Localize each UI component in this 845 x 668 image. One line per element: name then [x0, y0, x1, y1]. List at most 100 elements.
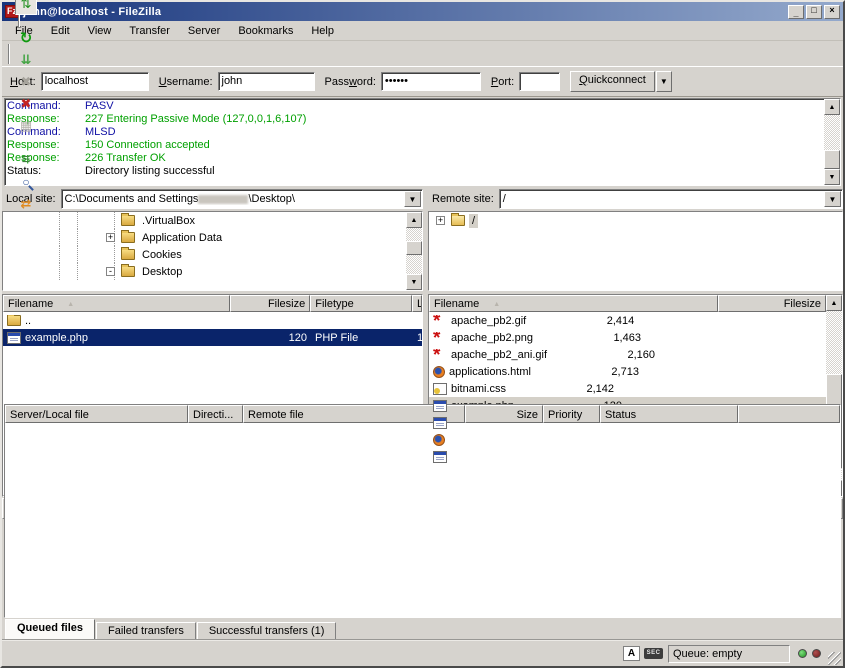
column-header-blank — [738, 405, 840, 423]
column-header-filesize[interactable]: Filesize — [230, 295, 310, 312]
remote-file-row[interactable]: apache_pb2_ani.gif 2,160 — [429, 346, 826, 363]
file-type-icon — [433, 383, 447, 395]
folder-icon — [121, 232, 135, 243]
remote-pane: Remote site: / ▼ + / — [428, 188, 843, 402]
column-header-status[interactable]: Status — [600, 405, 738, 423]
local-site-combobox[interactable]: C:\Documents and Settings\Desktop\ ▼ — [61, 189, 423, 209]
scroll-down-icon[interactable]: ▼ — [406, 274, 422, 290]
host-input[interactable]: localhost — [41, 72, 149, 91]
local-file-row[interactable]: example.php 120 PHP File 1 — [3, 329, 422, 346]
folder-icon — [121, 266, 135, 277]
file-type-icon — [433, 315, 447, 327]
quickconnect-bar: Host: localhost Username: john Password:… — [2, 67, 843, 97]
port-input[interactable] — [519, 72, 560, 91]
local-tree-item[interactable]: .VirtualBox — [3, 212, 406, 229]
local-tree-item[interactable]: + Application Data — [3, 229, 406, 246]
folder-icon — [121, 249, 135, 260]
encryption-indicator-icon: SEC — [644, 648, 663, 659]
column-header-priority[interactable]: Priority — [543, 405, 600, 423]
maximize-button[interactable]: □ — [806, 5, 822, 19]
menu-item[interactable]: Help — [302, 23, 343, 39]
tree-expander-icon[interactable] — [106, 216, 115, 225]
log-scrollbar[interactable]: ▲ ▼ — [824, 99, 840, 185]
file-type-icon — [433, 400, 447, 412]
log-line: Response: 227 Entering Passive Mode (127… — [7, 113, 822, 126]
combo-dropdown-icon[interactable]: ▼ — [824, 191, 841, 207]
column-header-filename[interactable]: Filename▲ — [3, 295, 230, 312]
scroll-up-icon[interactable]: ▲ — [406, 212, 422, 228]
remote-file-row[interactable]: apache_pb2.gif 2,414 — [429, 312, 826, 329]
remote-file-row[interactable]: applications.html 2,713 — [429, 363, 826, 380]
recv-activity-led-icon — [798, 649, 807, 658]
port-label: Port: — [491, 76, 514, 88]
column-header-lastmodified[interactable]: L — [412, 295, 422, 312]
menu-item[interactable]: Edit — [42, 23, 79, 39]
cancel-icon[interactable] — [15, 71, 37, 93]
remote-file-row[interactable]: apache_pb2.png 1,463 — [429, 329, 826, 346]
column-header-server-local-file[interactable]: Server/Local file — [5, 405, 188, 423]
remote-tree: + / — [428, 211, 843, 291]
scroll-down-icon[interactable]: ▼ — [824, 169, 840, 185]
local-tree-item[interactable]: - Desktop — [3, 263, 406, 280]
queue-tab[interactable]: Successful transfers (1) — [197, 622, 337, 639]
tree-expander-icon[interactable] — [106, 250, 115, 259]
disconnect-icon[interactable] — [15, 93, 37, 115]
ascii-datatype-icon: A — [623, 646, 640, 661]
column-header-filetype[interactable]: Filetype — [310, 295, 412, 312]
open-folder-icon — [451, 215, 465, 226]
tree-expander-icon[interactable]: + — [106, 233, 115, 242]
close-button[interactable]: × — [824, 5, 840, 19]
remote-file-row[interactable]: bitnami.css 2,142 — [429, 380, 826, 397]
username-input[interactable]: john — [218, 72, 315, 91]
remote-tree-item[interactable]: + / — [429, 212, 842, 229]
menu-item[interactable]: Transfer — [120, 23, 179, 39]
menu-item[interactable]: Server — [179, 23, 229, 39]
sort-ascending-icon: ▲ — [493, 301, 500, 308]
queue-tab[interactable]: Queued files — [5, 619, 95, 639]
column-header-filename[interactable]: Filename▲ — [429, 295, 718, 312]
remote-site-path: / — [500, 193, 824, 205]
column-header-remote-file[interactable]: Remote file — [243, 405, 465, 423]
local-tree-item[interactable]: Cookies — [3, 246, 406, 263]
compare-icon[interactable] — [15, 171, 37, 193]
username-label: Username: — [159, 76, 213, 88]
scroll-up-icon[interactable]: ▲ — [826, 295, 842, 311]
quickconnect-button[interactable]: Quickconnect — [570, 71, 655, 92]
scrollbar-thumb[interactable] — [824, 150, 840, 169]
toolbar — [2, 41, 843, 67]
scroll-up-icon[interactable]: ▲ — [824, 99, 840, 115]
queue-tabs: Queued filesFailed transfersSuccessful t… — [2, 618, 843, 639]
scrollbar-thumb[interactable] — [406, 241, 422, 255]
toggle-queue-icon[interactable] — [15, 0, 37, 15]
remote-site-row: Remote site: / ▼ — [428, 188, 843, 210]
process-queue-icon[interactable] — [15, 49, 37, 71]
filter-icon[interactable] — [15, 149, 37, 171]
tree-expander-icon[interactable]: - — [106, 267, 115, 276]
reconnect-icon[interactable] — [15, 115, 37, 137]
status-bar: A SEC Queue: empty — [2, 639, 843, 666]
menu-item[interactable]: Bookmarks — [229, 23, 302, 39]
quickconnect-dropdown-icon[interactable]: ▼ — [656, 71, 672, 92]
menu-item[interactable]: View — [79, 23, 121, 39]
tree-expander-icon[interactable]: + — [436, 216, 445, 225]
file-type-icon — [433, 451, 447, 463]
minimize-button[interactable]: _ — [788, 5, 804, 19]
combo-dropdown-icon[interactable]: ▼ — [404, 191, 421, 207]
queue-tab[interactable]: Failed transfers — [96, 622, 196, 639]
toolbar-grip — [8, 44, 10, 64]
queue-list-body — [5, 423, 840, 617]
filezilla-window: Fz john@localhost - FileZilla _ □ × File… — [0, 0, 845, 668]
refresh-icon[interactable] — [15, 27, 37, 49]
log-line: Status: Directory listing successful — [7, 165, 822, 178]
column-header-filesize[interactable]: Filesize — [718, 295, 826, 312]
queue-status: Queue: empty — [668, 645, 790, 663]
resize-grip[interactable] — [828, 652, 841, 665]
column-header-direction[interactable]: Directi... — [188, 405, 243, 423]
local-pane: Local site: C:\Documents and Settings\De… — [2, 188, 423, 402]
file-type-icon — [433, 332, 447, 344]
remote-site-combobox[interactable]: / ▼ — [499, 189, 843, 209]
column-header-size[interactable]: Size — [465, 405, 543, 423]
local-file-row[interactable]: .. — [3, 312, 422, 329]
password-input[interactable]: •••••• — [381, 72, 481, 91]
local-tree-scrollbar[interactable]: ▲ ▼ — [406, 212, 422, 290]
